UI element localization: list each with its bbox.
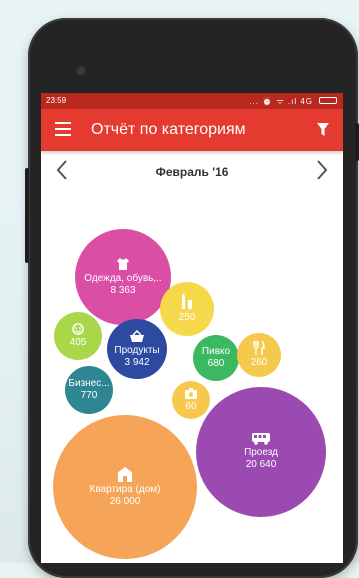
side-button-left xyxy=(25,168,29,263)
status-icons: ... ⏰ ᯤ .ıl 4G xyxy=(249,97,313,106)
camera-icon xyxy=(185,387,197,399)
bubble-alcohol[interactable]: 250 xyxy=(160,282,214,336)
bubble-groceries[interactable]: Продукты 3 942 xyxy=(107,319,167,379)
bubble-value: 250 xyxy=(178,312,196,323)
bubble-transport[interactable]: Проезд 20 640 xyxy=(196,387,326,517)
app-bar-title: Отчёт по категориям xyxy=(91,121,246,138)
battery-icon xyxy=(319,97,337,104)
filter-icon[interactable] xyxy=(317,123,329,137)
next-month-chevron-icon[interactable] xyxy=(315,159,329,181)
bubble-label: Квартира (дом) xyxy=(89,483,161,495)
app-bar: Отчёт по категориям xyxy=(41,109,343,151)
bubble-value: 405 xyxy=(69,337,87,348)
app-screen: 23:59 ... ⏰ ᯤ .ıl 4G Отчёт по категориям… xyxy=(41,93,343,563)
bubble-beer[interactable]: Пивко 680 xyxy=(193,335,239,381)
status-time: 23:59 xyxy=(46,96,67,105)
bubble-entertainment[interactable]: 405 xyxy=(54,312,102,360)
shirt-icon xyxy=(117,258,129,270)
bubble-label: Бизнес... xyxy=(68,378,110,389)
house-icon xyxy=(117,466,133,482)
cutlery-icon xyxy=(253,341,265,355)
current-month-label: Февраль '16 xyxy=(155,165,229,179)
bubble-business[interactable]: Бизнес... 770 xyxy=(65,366,113,414)
bubble-clothing[interactable]: Одежда, обувь,.. 8 363 xyxy=(75,229,171,325)
bubble-value: 680 xyxy=(207,358,225,369)
bubble-restaurants[interactable]: 260 xyxy=(237,333,281,377)
bubble-apartment[interactable]: Квартира (дом) 26 000 xyxy=(53,415,197,559)
bubble-value: 770 xyxy=(80,390,98,401)
bubble-value: 20 640 xyxy=(245,459,277,470)
bubble-value: 260 xyxy=(250,357,268,368)
bus-icon xyxy=(252,433,270,445)
bubble-label: Продукты xyxy=(114,344,160,356)
bubble-value: 8 363 xyxy=(110,285,136,296)
month-navigation: Февраль '16 xyxy=(41,151,343,195)
status-bar: 23:59 ... ⏰ ᯤ .ıl 4G xyxy=(41,93,343,109)
bubble-cafe[interactable]: 60 xyxy=(172,381,210,419)
front-camera xyxy=(77,67,85,75)
smile-icon xyxy=(72,323,84,335)
bubble-value: 26 000 xyxy=(109,495,141,507)
side-button-right xyxy=(355,123,359,161)
basket-icon xyxy=(130,329,144,342)
bubble-value: 3 942 xyxy=(124,356,150,368)
bottle-icon xyxy=(182,294,192,309)
bubble-label: Пивко xyxy=(201,346,231,357)
bubble-label: Одежда, обувь,.. xyxy=(84,273,162,284)
hamburger-menu-icon[interactable] xyxy=(55,122,71,136)
bubble-label: Проезд xyxy=(244,447,278,458)
bubble-value: 60 xyxy=(185,400,197,412)
